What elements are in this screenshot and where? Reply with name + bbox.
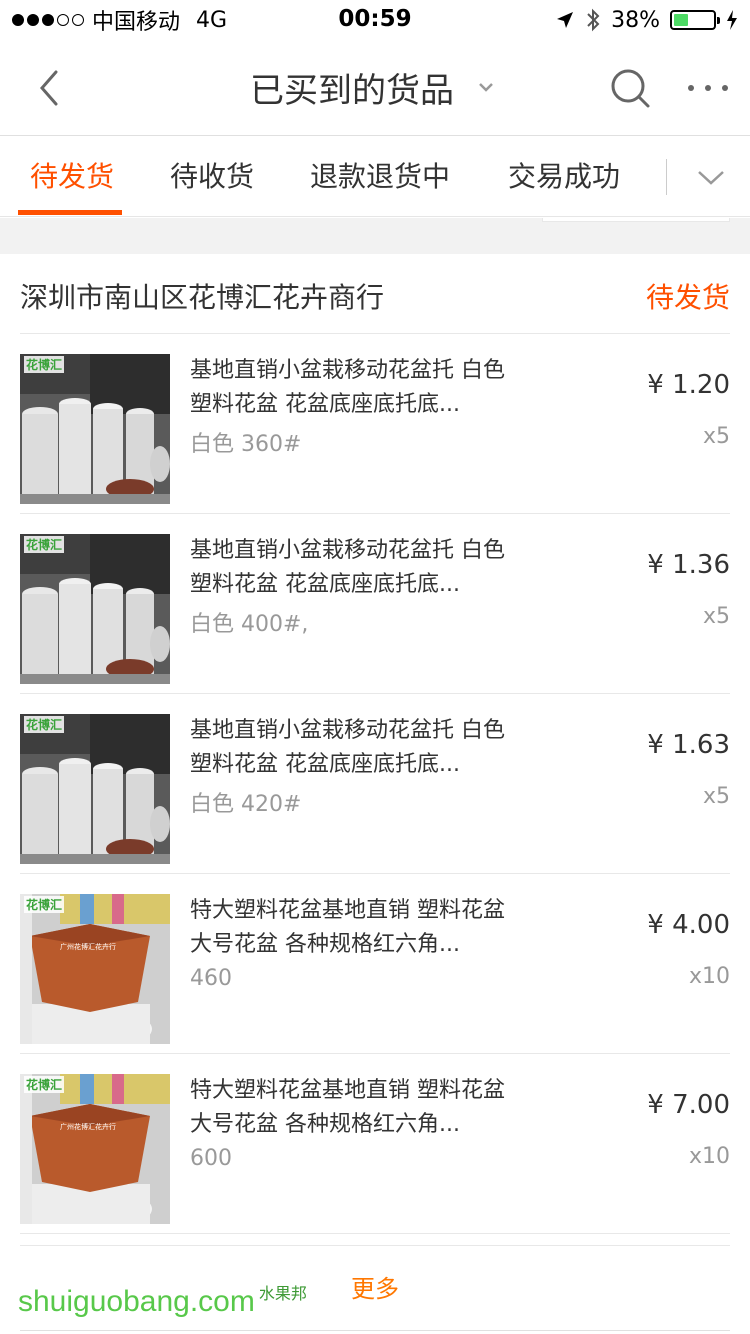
order-item[interactable]: 花博汇 基地直销小盆栽移动花盆托 白色 塑料花盆 花盆底座底托底... 白色 4… [0, 514, 750, 694]
product-quantity: x5 [702, 604, 730, 629]
watermark-dotcom: .com [189, 1285, 255, 1318]
charging-bolt-icon [727, 10, 737, 30]
chevron-down-icon [479, 82, 493, 92]
watermark-cn: 水果邦 [258, 1284, 307, 1303]
tab-completed[interactable]: 交易成功 [508, 137, 620, 217]
expand-tabs-icon[interactable] [694, 163, 728, 191]
section-gap [0, 218, 750, 254]
product-spec: 白色 360# [190, 432, 302, 457]
watermark-main: shuiguobang [18, 1285, 190, 1318]
page-title: 已买到的货品 [250, 71, 454, 111]
product-quantity: x5 [702, 424, 730, 449]
thumbnail-logo: 花博汇 [24, 536, 65, 553]
product-thumbnail[interactable]: 花博汇 广州花博汇花卉行 [20, 894, 170, 1044]
product-spec: 白色 420# [190, 792, 302, 817]
divider [20, 1245, 730, 1246]
item-divider [20, 1233, 730, 1234]
order-item[interactable]: 花博汇 基地直销小盆栽移动花盆托 白色 塑料花盆 花盆底座底托底... 白色 4… [0, 694, 750, 874]
product-thumbnail[interactable]: 花博汇 [20, 714, 170, 864]
product-quantity: x10 [688, 964, 730, 989]
thumbnail-logo: 花博汇 [24, 716, 65, 733]
thumbnail-logo: 花博汇 [24, 896, 65, 913]
order-item[interactable]: 花博汇 广州花博汇花卉行 特大塑料花盆基地直销 塑料花盆大号花盆 各种规格红六角… [0, 874, 750, 1054]
product-title[interactable]: 基地直销小盆栽移动花盆托 白色 塑料花盆 花盆底座底托底... [190, 714, 520, 782]
product-thumbnail[interactable]: 花博汇 广州花博汇花卉行 [20, 1074, 170, 1224]
pot-label: 广州花博汇花卉行 [60, 1123, 116, 1131]
product-thumbnail[interactable]: 花博汇 [20, 534, 170, 684]
product-spec: 白色 400#, [190, 612, 309, 637]
product-price: ¥ 1.36 [647, 550, 730, 580]
status-tabs: 待发货 待收货 退款退货中 交易成功 [0, 137, 750, 217]
battery-icon [670, 10, 720, 30]
shop-name[interactable]: 深圳市南山区花博汇花卉商行 [20, 276, 384, 316]
product-title[interactable]: 特大塑料花盆基地直销 塑料花盆大号花盆 各种规格红六角... [190, 1074, 520, 1142]
thumbnail-logo: 花博汇 [24, 356, 65, 373]
bottom-divider [20, 1330, 730, 1331]
active-tab-indicator [18, 210, 122, 215]
order-item[interactable]: 花博汇 广州花博汇花卉行 特大塑料花盆基地直销 塑料花盆大号花盆 各种规格红六角… [0, 1054, 750, 1234]
product-quantity: x5 [702, 784, 730, 809]
location-arrow-icon [557, 12, 574, 28]
order-status: 待发货 [645, 281, 730, 314]
more-icon[interactable] [688, 78, 728, 98]
status-left: 中国移动 4G [12, 4, 227, 36]
product-title[interactable]: 基地直销小盆栽移动花盆托 白色 塑料花盆 花盆底座底托底... [190, 354, 520, 422]
product-title[interactable]: 基地直销小盆栽移动花盆托 白色 塑料花盆 花盆底座底托底... [190, 534, 520, 602]
product-spec: 600 [190, 1146, 232, 1171]
status-bar: 中国移动 4G 00:59 38% [0, 0, 750, 40]
bluetooth-icon [587, 8, 600, 32]
tab-refund[interactable]: 退款退货中 [310, 137, 450, 217]
product-price: ¥ 4.00 [647, 910, 730, 940]
shop-header[interactable]: 深圳市南山区花博汇花卉商行 待发货 [0, 254, 750, 334]
product-spec: 460 [190, 966, 232, 991]
pot-label: 广州花博汇花卉行 [60, 943, 116, 951]
product-quantity: x10 [688, 1144, 730, 1169]
battery-percent: 38% [611, 7, 660, 33]
product-title[interactable]: 特大塑料花盆基地直销 塑料花盆大号花盆 各种规格红六角... [190, 894, 520, 962]
carrier-label: 中国移动 [92, 10, 181, 35]
product-price: ¥ 1.20 [647, 370, 730, 400]
thumbnail-logo: 花博汇 [24, 1076, 65, 1093]
status-right: 38% [555, 8, 738, 33]
signal-icon [12, 14, 84, 26]
tab-pending-receipt[interactable]: 待收货 [170, 137, 254, 217]
product-price: ¥ 1.63 [647, 730, 730, 760]
product-price: ¥ 7.00 [647, 1090, 730, 1120]
back-icon[interactable] [30, 68, 70, 108]
nav-bar: 已买到的货品 [0, 40, 750, 136]
network-label: 4G [196, 7, 228, 33]
page-title-dropdown[interactable]: 已买到的货品 [250, 63, 500, 112]
tab-pending-shipment[interactable]: 待发货 [30, 137, 114, 217]
product-thumbnail[interactable]: 花博汇 [20, 354, 170, 504]
order-item[interactable]: 花博汇 基地直销小盆栽移动花盆托 白色 塑料花盆 花盆底座底托底... 白色 3… [0, 334, 750, 514]
search-icon[interactable] [608, 66, 652, 110]
tab-divider [666, 159, 667, 195]
watermark: shuiguobang .com 水果邦 [18, 1284, 307, 1319]
